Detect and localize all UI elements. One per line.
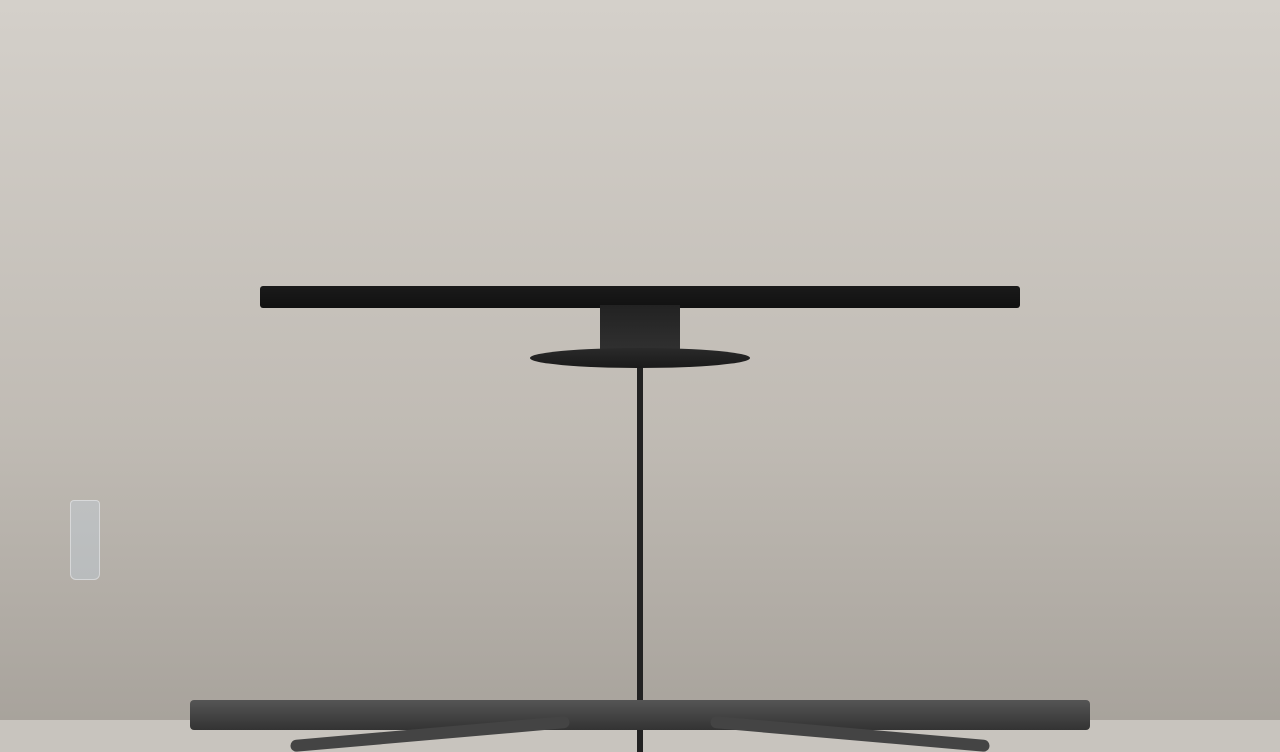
glass-decoration <box>70 500 100 580</box>
table-surface <box>190 700 1090 730</box>
tv-stand-base <box>530 348 750 368</box>
